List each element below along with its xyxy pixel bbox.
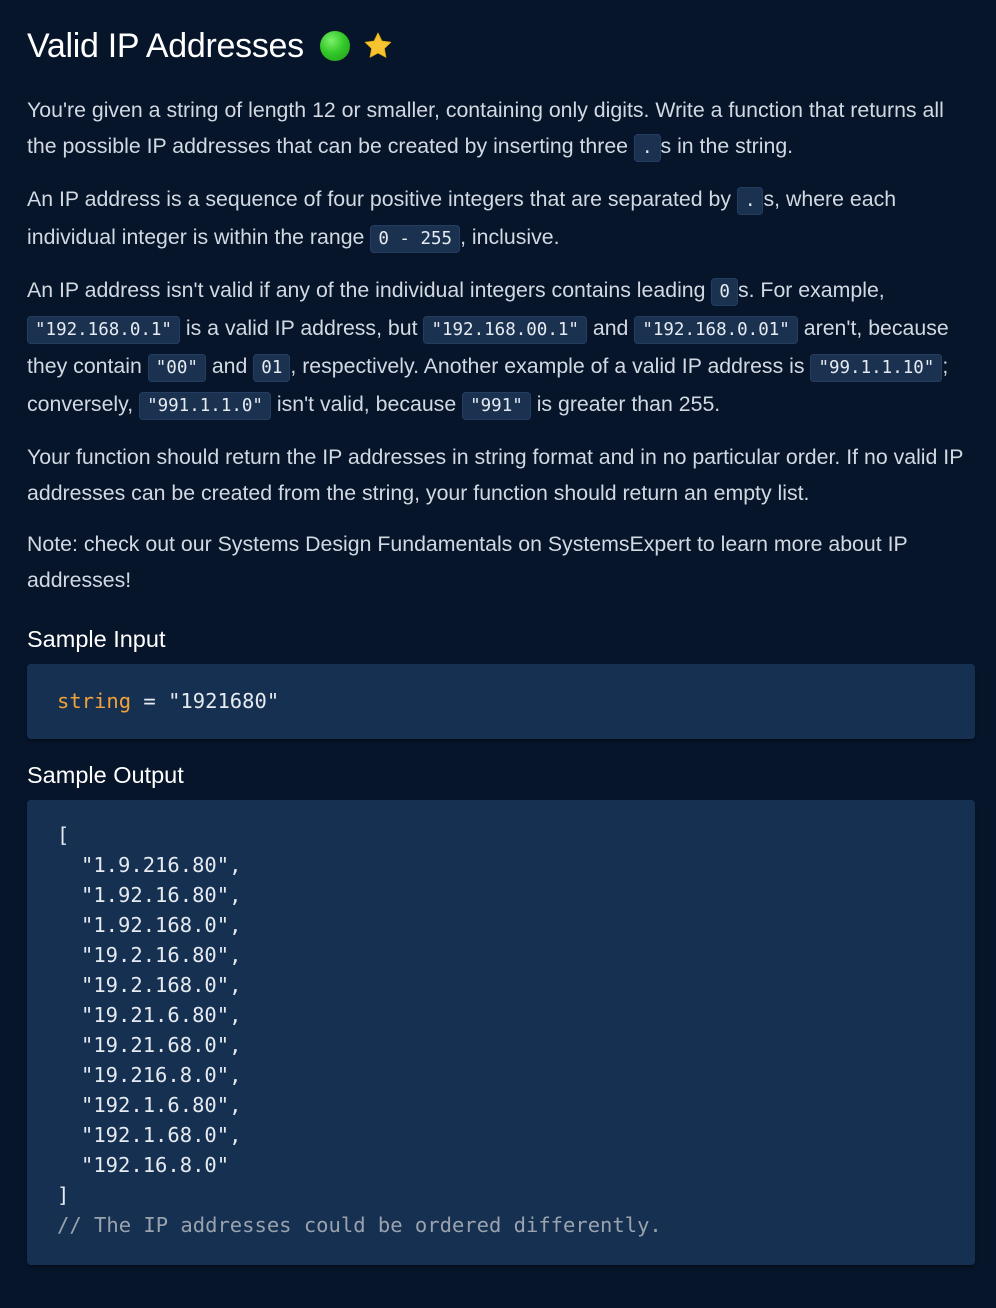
inline-code: . xyxy=(736,187,764,215)
output-item: "1.92.16.80", xyxy=(81,883,242,907)
output-item: "19.216.8.0", xyxy=(81,1063,242,1087)
output-item: "19.2.168.0", xyxy=(81,973,242,997)
sample-output-block: [ "1.9.216.80", "1.92.16.80", "1.92.168.… xyxy=(27,800,975,1265)
inline-code: "991.1.1.0" xyxy=(139,392,271,420)
inline-code: 01 xyxy=(253,354,291,382)
output-item: "192.1.6.80", xyxy=(81,1093,242,1117)
inline-code: 0 xyxy=(711,278,738,306)
description-paragraph-5: Note: check out our Systems Design Funda… xyxy=(27,532,908,592)
output-item: "192.1.68.0", xyxy=(81,1123,242,1147)
code-close-bracket: ] xyxy=(57,1183,70,1207)
description-paragraph-4: Your function should return the IP addre… xyxy=(27,445,964,505)
inline-code: . xyxy=(633,134,661,162)
description-paragraph-2: An IP address is a sequence of four posi… xyxy=(27,181,972,257)
inline-code: "192.168.00.1" xyxy=(423,316,587,344)
sample-input-line: string = "1921680" xyxy=(57,686,945,716)
output-item: "192.16.8.0" xyxy=(81,1153,230,1177)
code-value: = "1921680" xyxy=(131,689,280,713)
inline-code: "99.1.1.10" xyxy=(810,354,943,382)
output-item: "1.9.216.80", xyxy=(81,853,242,877)
code-keyword: string xyxy=(57,689,132,713)
output-item: "19.2.16.80", xyxy=(81,943,242,967)
output-item: "19.21.6.80", xyxy=(81,1003,242,1027)
code-comment: // The IP addresses could be ordered dif… xyxy=(57,1213,662,1237)
page-title: Valid IP Addresses xyxy=(27,24,394,68)
star-icon[interactable] xyxy=(362,30,394,62)
inline-code: "991" xyxy=(462,392,531,420)
problem-page: Valid IP Addresses You're given a string… xyxy=(0,0,996,1308)
code-open-bracket: [ xyxy=(57,823,70,847)
description-paragraph-1: You're given a string of length 12 or sm… xyxy=(27,92,972,166)
problem-description: You're given a string of length 12 or sm… xyxy=(27,92,972,613)
sample-output-heading: Sample Output xyxy=(27,762,184,788)
green-circle-icon xyxy=(319,31,350,61)
output-item: "1.92.168.0", xyxy=(81,913,242,937)
output-item: "19.21.68.0", xyxy=(81,1033,242,1057)
description-paragraph-3: An IP address isn't valid if any of the … xyxy=(27,272,972,424)
inline-code: "00" xyxy=(147,354,206,382)
inline-code: "192.168.0.01" xyxy=(634,316,798,344)
inline-code: "192.168.0.1" xyxy=(27,316,180,344)
sample-input-block: string = "1921680" xyxy=(27,664,975,739)
sample-input-heading: Sample Input xyxy=(27,626,166,652)
inline-code: 0 - 255 xyxy=(370,225,461,253)
title-text: Valid IP Addresses xyxy=(27,26,304,65)
